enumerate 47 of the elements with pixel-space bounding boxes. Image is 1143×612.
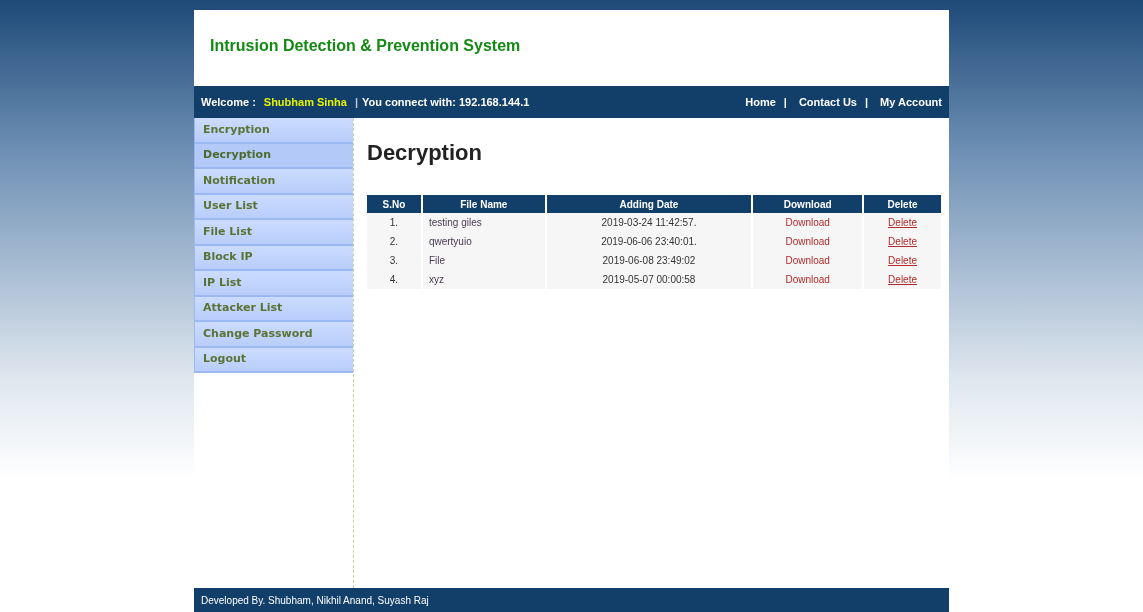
table-cell-text: testing giles bbox=[427, 216, 483, 230]
sidebar-item[interactable]: Notification bbox=[194, 169, 353, 195]
nav-link[interactable]: Contact Us bbox=[798, 93, 857, 111]
column-header: Delete bbox=[864, 195, 941, 213]
delete-link[interactable]: Delete bbox=[888, 236, 917, 247]
column-header: File Name bbox=[422, 195, 545, 213]
delete-link[interactable]: Delete bbox=[888, 274, 917, 285]
delete-link[interactable]: Delete bbox=[888, 255, 917, 266]
table-cell-text: 2019-06-06 23:40:01. bbox=[600, 235, 698, 249]
download-link[interactable]: Download bbox=[785, 217, 830, 228]
site-title: Intrusion Detection & Prevention System bbox=[210, 36, 521, 56]
table-cell-text: 2019-06-08 23:49:02 bbox=[601, 254, 697, 268]
sidebar-item[interactable]: User List bbox=[194, 194, 353, 220]
sidebar-item[interactable]: Change Password bbox=[194, 322, 353, 348]
separator-text: | bbox=[865, 94, 869, 110]
table-cell-text: 4. bbox=[388, 273, 400, 287]
sidebar-item[interactable]: IP List bbox=[194, 271, 353, 297]
table-cell-text: xyz bbox=[427, 273, 445, 287]
sidebar-item[interactable]: Logout bbox=[194, 347, 353, 373]
table-cell-text: 2019-05-07 00:00:58 bbox=[601, 273, 697, 287]
sidebar-item[interactable]: Decryption bbox=[194, 143, 353, 169]
table-cell-text: 1. bbox=[388, 216, 400, 230]
delete-link[interactable]: Delete bbox=[888, 217, 917, 228]
table-cell-text: 2019-03-24 11:42:57. bbox=[600, 216, 698, 230]
column-header: Download bbox=[753, 195, 863, 213]
download-link[interactable]: Download bbox=[785, 255, 830, 266]
sidebar-item[interactable]: Attacker List bbox=[194, 296, 353, 322]
nav-link[interactable]: Home bbox=[745, 93, 776, 111]
sidebar-item[interactable]: Block IP bbox=[194, 245, 353, 271]
user-name: Shubham Sinha bbox=[263, 94, 347, 110]
download-link[interactable]: Download bbox=[785, 274, 830, 285]
column-header: S.No bbox=[367, 195, 421, 213]
nav-link[interactable]: My Account bbox=[880, 93, 942, 111]
page-heading: Decryption bbox=[367, 139, 483, 167]
column-header: Adding Date bbox=[546, 195, 752, 213]
sidebar-item[interactable]: Encryption bbox=[194, 118, 353, 144]
download-link[interactable]: Download bbox=[785, 236, 830, 247]
sidebar-item[interactable]: File List bbox=[194, 220, 353, 246]
footer-text: Developed By. Shubham, Nikhil Anand, Suyash Raj bbox=[201, 593, 429, 608]
table-cell-text: File bbox=[427, 254, 447, 268]
table-cell-text: qwertyuio bbox=[427, 235, 473, 249]
separator-text: | bbox=[783, 94, 787, 110]
table-cell-text: 3. bbox=[388, 254, 400, 268]
connection-info: You connect with: 192.168.144.1 bbox=[362, 94, 530, 110]
welcome-label: Welcome : bbox=[201, 94, 256, 110]
table-cell-text: 2. bbox=[388, 235, 400, 249]
separator-text: | bbox=[354, 94, 358, 110]
